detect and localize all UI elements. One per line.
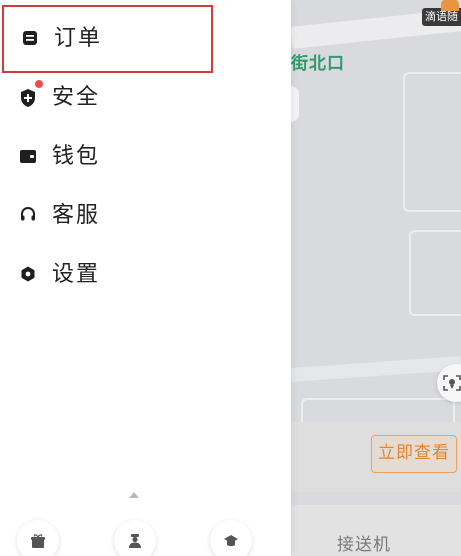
map-edge-handle bbox=[291, 86, 299, 122]
graduation-cap-icon bbox=[224, 535, 238, 547]
menu-item-customer-service[interactable]: 客服 bbox=[0, 188, 291, 244]
gift-box-icon bbox=[31, 534, 45, 548]
school-button[interactable] bbox=[210, 520, 252, 556]
expand-up-icon[interactable] bbox=[129, 492, 139, 498]
street-label: 街北口 bbox=[291, 54, 345, 74]
gift-button[interactable] bbox=[17, 520, 59, 556]
map-block bbox=[403, 72, 461, 212]
app-screen: 街北口 滴语随 立即查看 接送机 订单 安全 钱包 客服 设置 bbox=[0, 0, 461, 556]
wallet-icon bbox=[19, 147, 39, 167]
receipt-icon bbox=[21, 29, 41, 49]
side-drawer: 订单 安全 钱包 客服 设置 bbox=[0, 0, 291, 556]
headset-icon bbox=[19, 206, 39, 226]
menu-item-label: 客服 bbox=[52, 203, 101, 228]
menu-item-wallet[interactable]: 钱包 bbox=[0, 129, 291, 185]
map-block bbox=[409, 230, 461, 316]
driver-button[interactable] bbox=[114, 520, 156, 556]
view-now-button[interactable]: 立即查看 bbox=[371, 435, 457, 473]
gear-icon bbox=[19, 265, 39, 285]
menu-item-security[interactable]: 安全 bbox=[0, 70, 291, 126]
map-view[interactable]: 街北口 滴语随 立即查看 接送机 bbox=[291, 0, 461, 556]
menu-item-label: 订单 bbox=[54, 26, 103, 51]
map-road bbox=[291, 356, 461, 382]
notification-badge bbox=[35, 80, 43, 88]
brand-badge: 滴语随 bbox=[422, 0, 461, 26]
locate-icon bbox=[443, 375, 461, 391]
tab-airport-transfer[interactable]: 接送机 bbox=[337, 530, 391, 555]
menu-item-label: 设置 bbox=[52, 262, 101, 287]
menu-item-orders[interactable]: 订单 bbox=[2, 5, 213, 73]
menu-item-settings[interactable]: 设置 bbox=[0, 247, 291, 303]
menu-item-label: 钱包 bbox=[52, 144, 101, 169]
menu-item-label: 安全 bbox=[52, 85, 101, 110]
locate-button[interactable] bbox=[437, 364, 461, 402]
driver-person-icon bbox=[129, 534, 141, 548]
shield-plus-icon bbox=[19, 88, 39, 108]
